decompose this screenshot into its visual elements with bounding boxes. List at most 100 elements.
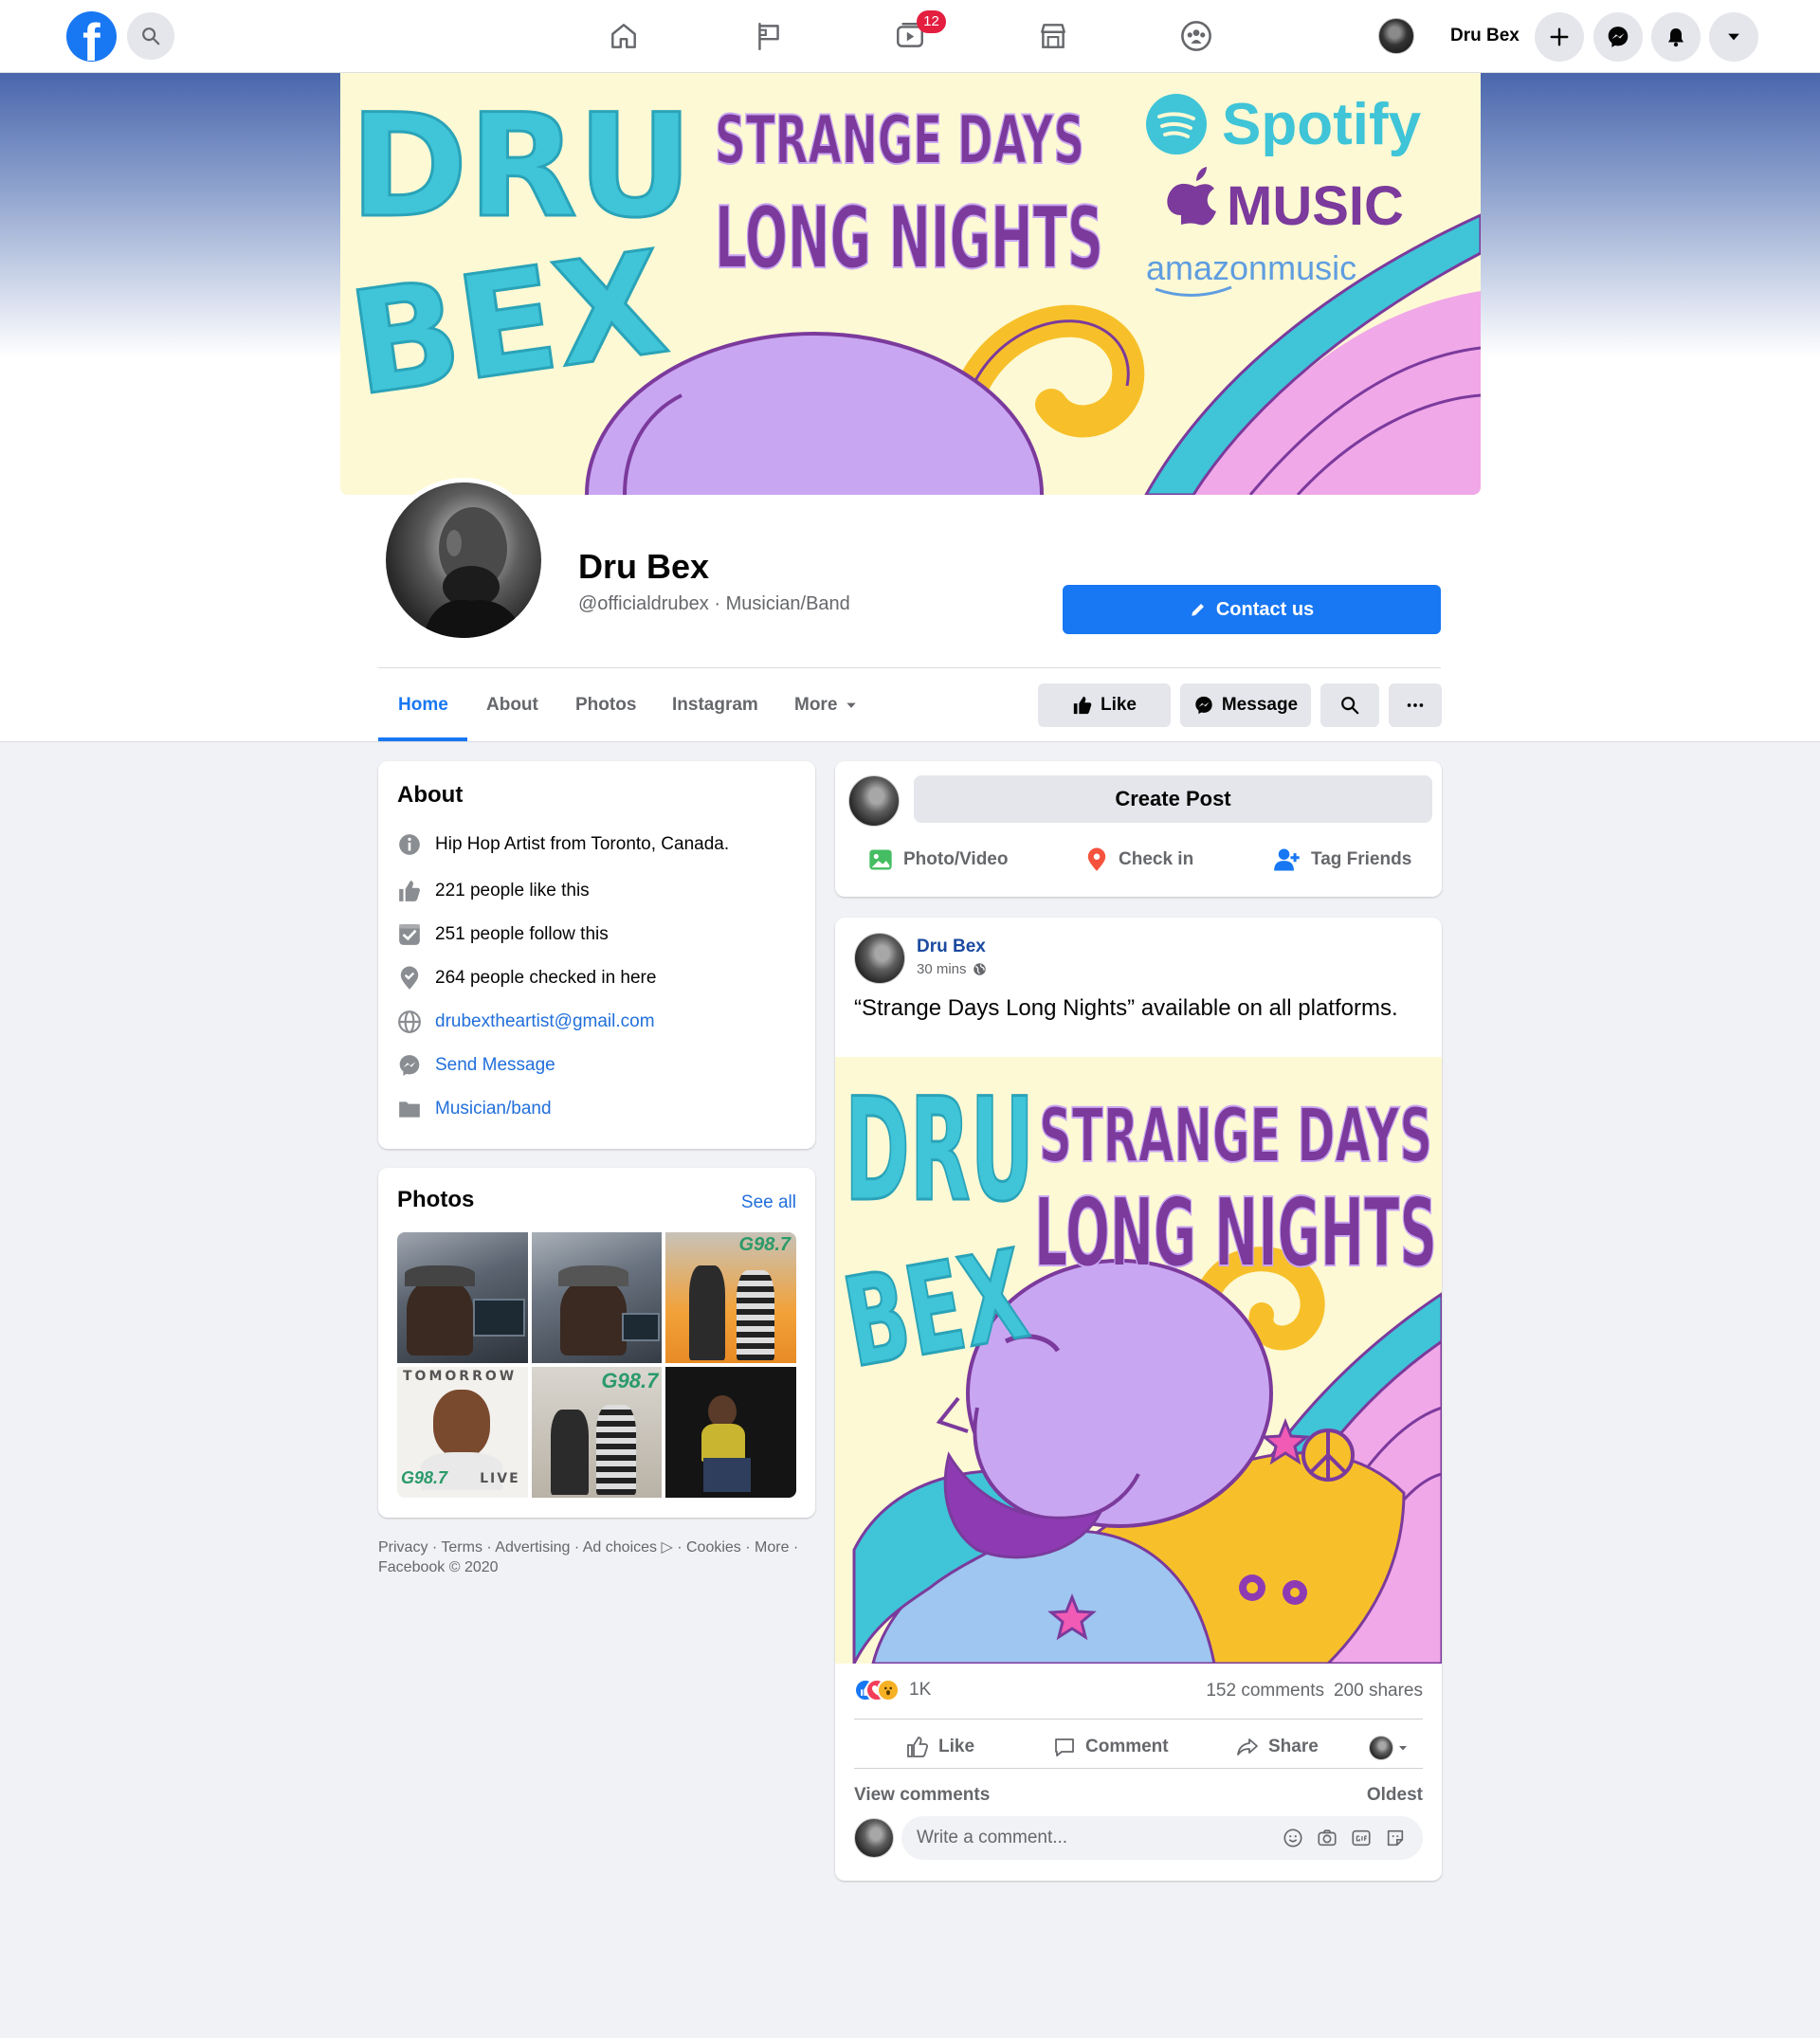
caret-down-icon: [846, 702, 857, 708]
create-button[interactable]: [1535, 12, 1584, 62]
search-icon: [142, 27, 160, 45]
footer-links[interactable]: Privacy · Terms · Advertising · Ad choic…: [378, 1538, 814, 1577]
post-time-text: 30 mins: [917, 961, 967, 977]
wow-reaction-icon: [877, 1679, 900, 1701]
post-art-text-long-nights: LONG NIGHTS: [1034, 1177, 1437, 1288]
tab-photos[interactable]: Photos: [575, 695, 636, 716]
post-share-button[interactable]: Share: [1236, 1736, 1319, 1758]
post-divider: [854, 1768, 1423, 1769]
messenger-icon: [397, 1053, 422, 1078]
gif-icon[interactable]: [1351, 1828, 1372, 1848]
share-icon: [1237, 1738, 1258, 1756]
pencil-icon: [1192, 604, 1204, 616]
about-likes-row: 221 people like this: [397, 879, 590, 903]
nav-home[interactable]: [603, 15, 645, 57]
post-comment-button[interactable]: Comment: [1053, 1736, 1169, 1758]
page-category: Musician/Band: [725, 593, 850, 614]
search-icon: [1341, 697, 1359, 715]
about-send-message-row[interactable]: Send Message: [397, 1053, 555, 1078]
post-share-label: Share: [1268, 1737, 1319, 1756]
photo-icon: [869, 849, 892, 870]
contact-us-label: Contact us: [1215, 598, 1315, 620]
photo-thumbnail[interactable]: [665, 1367, 796, 1498]
about-likes: 221 people like this: [435, 881, 590, 901]
sticker-icon[interactable]: [1385, 1828, 1406, 1848]
post-timestamp[interactable]: 30 mins: [917, 961, 987, 977]
search-button[interactable]: [127, 12, 174, 60]
about-email-link[interactable]: drubextheartist@gmail.com: [435, 1011, 655, 1032]
post-image[interactable]: DRU BEX STRANGE DAYS LONG NIGHTS: [835, 1057, 1442, 1664]
send-message-link[interactable]: Send Message: [435, 1055, 555, 1076]
messenger-icon: [1195, 696, 1212, 715]
nav-marketplace[interactable]: [1032, 15, 1074, 57]
tag-friends-button[interactable]: Tag Friends: [1273, 846, 1411, 873]
tab-home[interactable]: Home: [398, 695, 448, 716]
comment-box[interactable]: [901, 1816, 1423, 1860]
profile-portrait: [424, 507, 523, 638]
view-comments-link[interactable]: View comments: [854, 1785, 990, 1806]
about-category-row[interactable]: Musician/band: [397, 1097, 552, 1121]
post-like-button[interactable]: Like: [906, 1736, 974, 1758]
messenger-button[interactable]: [1593, 12, 1643, 62]
comment-sort-selector[interactable]: Oldest: [1367, 1785, 1423, 1806]
post-art-text-strange-days: STRANGE DAYS: [1039, 1094, 1432, 1179]
photo-thumbnail[interactable]: [531, 1232, 663, 1363]
cover-photo[interactable]: DRU BEX STRANGE DAYS LONG NIGHTS Spotify…: [340, 73, 1481, 495]
contact-us-button[interactable]: Contact us: [1063, 585, 1441, 634]
tag-friends-label: Tag Friends: [1311, 849, 1412, 869]
about-checkins-row: 264 people checked in here: [397, 966, 656, 991]
post-card: Dru Bex 30 mins “Strange Days Long Night…: [835, 918, 1442, 1881]
photo-thumbnail[interactable]: G98.7: [531, 1367, 663, 1498]
nav-pages[interactable]: [748, 15, 790, 57]
create-post-button[interactable]: Create Post: [914, 775, 1432, 823]
cover-art: DRU BEX STRANGE DAYS LONG NIGHTS Spotify…: [340, 73, 1481, 495]
post-divider: [854, 1719, 1423, 1720]
camera-icon[interactable]: [1317, 1828, 1338, 1848]
nav-groups[interactable]: [1175, 15, 1217, 57]
check-in-button[interactable]: Check in: [1084, 846, 1193, 873]
thumbs-up-icon: [907, 1737, 929, 1757]
globe-icon: [973, 963, 986, 975]
commenter-avatar[interactable]: [854, 1818, 894, 1858]
flag-icon: [758, 23, 779, 51]
cover-text-apple-music: MUSIC: [1227, 175, 1404, 237]
tag-friends-icon: [1274, 848, 1300, 871]
thumbs-up-icon: [1073, 696, 1092, 715]
notifications-button[interactable]: [1651, 12, 1701, 62]
facebook-logo[interactable]: f: [66, 11, 117, 62]
category-link[interactable]: Musician/band: [435, 1099, 552, 1119]
marketplace-icon: [1041, 24, 1065, 48]
tab-about[interactable]: About: [486, 695, 538, 716]
about-follows: 251 people follow this: [435, 924, 609, 944]
cover-text-spotify: Spotify: [1222, 92, 1422, 157]
emoji-icon[interactable]: [1283, 1828, 1303, 1848]
more-options-button[interactable]: [1389, 683, 1442, 727]
account-menu-button[interactable]: [1709, 12, 1758, 62]
shares-count[interactable]: 200 shares: [1334, 1681, 1423, 1701]
like-page-button[interactable]: Like: [1038, 683, 1171, 727]
comment-input[interactable]: [917, 1816, 1277, 1860]
photo-thumbnail[interactable]: [397, 1232, 528, 1363]
message-button[interactable]: Message: [1180, 683, 1311, 727]
photo-thumbnail[interactable]: G98.7: [665, 1232, 796, 1363]
tab-more[interactable]: More: [794, 695, 858, 716]
check-in-label: Check in: [1119, 849, 1194, 869]
user-name[interactable]: Dru Bex: [1450, 26, 1520, 46]
comments-count[interactable]: 152 comments: [1206, 1681, 1324, 1701]
page-search-button[interactable]: [1320, 683, 1379, 727]
profile-picture[interactable]: [381, 478, 546, 643]
photo-video-button[interactable]: Photo/Video: [867, 846, 1008, 873]
page-title: Dru Bex: [578, 547, 710, 586]
composer-avatar[interactable]: [848, 775, 900, 827]
post-audience-selector[interactable]: [1369, 1736, 1409, 1760]
photo-station-text: G98.7: [738, 1234, 791, 1255]
reactions-summary[interactable]: 1K: [854, 1679, 931, 1701]
engagement-counts: 152 comments 200 shares: [1206, 1681, 1423, 1701]
tab-instagram[interactable]: Instagram: [672, 695, 758, 716]
about-email-row[interactable]: drubextheartist@gmail.com: [397, 1010, 655, 1034]
user-avatar[interactable]: [1378, 18, 1414, 54]
post-author-name[interactable]: Dru Bex: [917, 937, 986, 957]
photo-thumbnail[interactable]: TOMORROW G98.7 LIVE: [397, 1367, 528, 1498]
see-all-photos-link[interactable]: See all: [741, 1192, 796, 1213]
post-author-avatar[interactable]: [854, 933, 905, 984]
